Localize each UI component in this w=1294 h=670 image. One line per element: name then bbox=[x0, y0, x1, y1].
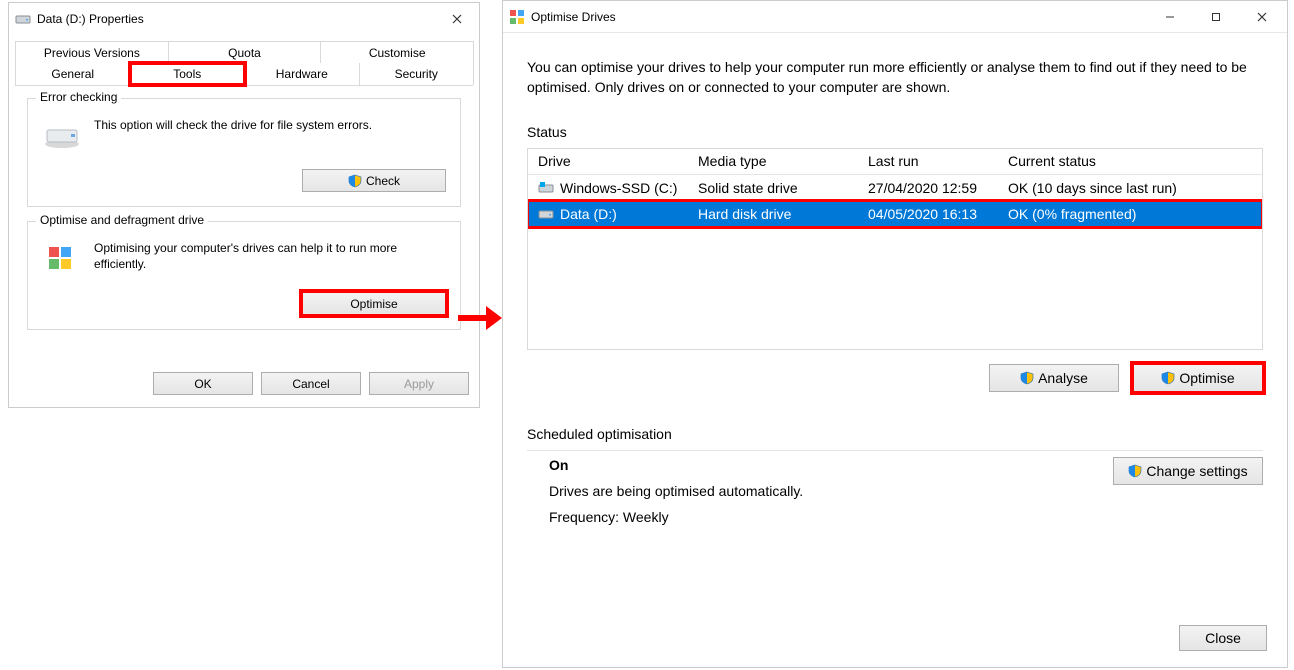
defrag-app-icon bbox=[509, 9, 525, 25]
close-button[interactable] bbox=[437, 6, 477, 32]
data-drive-icon bbox=[538, 206, 554, 222]
scheduled-line2: Frequency: Weekly bbox=[549, 509, 803, 525]
drive-list[interactable]: Drive Media type Last run Current status… bbox=[527, 148, 1263, 350]
drive-status: OK (0% fragmented) bbox=[1002, 206, 1262, 222]
maximize-button[interactable] bbox=[1193, 3, 1239, 31]
optimise-button[interactable]: Optimise bbox=[302, 292, 446, 315]
drive-last-run: 04/05/2020 16:13 bbox=[862, 206, 1002, 222]
error-checking-text: This option will check the drive for fil… bbox=[94, 117, 372, 157]
arrow-icon bbox=[456, 300, 502, 336]
status-label: Status bbox=[527, 124, 1263, 140]
optimise-button-label: Optimise bbox=[350, 297, 397, 311]
change-settings-button[interactable]: Change settings bbox=[1113, 457, 1263, 485]
tab-previous-versions[interactable]: Previous Versions bbox=[15, 41, 169, 63]
window-controls bbox=[1147, 3, 1285, 31]
drive-row[interactable]: Data (D:) Hard disk drive 04/05/2020 16:… bbox=[528, 201, 1262, 227]
check-button-label: Check bbox=[366, 174, 400, 188]
change-settings-label: Change settings bbox=[1146, 463, 1247, 479]
drive-icon bbox=[15, 11, 31, 27]
drive-name: Windows-SSD (C:) bbox=[560, 180, 677, 196]
scheduled-line1: Drives are being optimised automatically… bbox=[549, 483, 803, 499]
cancel-button[interactable]: Cancel bbox=[261, 372, 361, 395]
tabs: Previous Versions Quota Customise Genera… bbox=[9, 35, 479, 85]
optimise-legend: Optimise and defragment drive bbox=[36, 213, 208, 227]
optimise-drives-button-label: Optimise bbox=[1179, 370, 1234, 386]
group-optimise: Optimise and defragment drive Optimising… bbox=[27, 221, 461, 330]
drive-status: OK (10 days since last run) bbox=[1002, 180, 1262, 196]
close-window-button[interactable]: Close bbox=[1179, 625, 1267, 651]
optimise-drives-button[interactable]: Optimise bbox=[1133, 364, 1263, 392]
scheduled-info: On Drives are being optimised automatica… bbox=[527, 457, 803, 535]
optimise-drives-window: Optimise Drives You can optimise your dr… bbox=[502, 0, 1288, 668]
col-last-run[interactable]: Last run bbox=[862, 153, 1002, 169]
shield-icon bbox=[1128, 464, 1142, 478]
col-status[interactable]: Current status bbox=[1002, 153, 1262, 169]
properties-titlebar[interactable]: Data (D:) Properties bbox=[9, 3, 479, 35]
ok-button[interactable]: OK bbox=[153, 372, 253, 395]
tab-hardware[interactable]: Hardware bbox=[244, 63, 360, 85]
tab-customise[interactable]: Customise bbox=[320, 41, 474, 63]
scheduled-on: On bbox=[549, 457, 803, 473]
windows-drive-icon bbox=[538, 180, 554, 196]
properties-dialog: Data (D:) Properties Previous Versions Q… bbox=[8, 2, 480, 408]
tab-security[interactable]: Security bbox=[359, 63, 475, 85]
tab-quota[interactable]: Quota bbox=[168, 41, 322, 63]
optimise-title: Optimise Drives bbox=[531, 10, 1147, 24]
drive-list-header: Drive Media type Last run Current status bbox=[528, 149, 1262, 175]
drive-status-icon bbox=[42, 117, 82, 157]
shield-icon bbox=[1020, 371, 1034, 385]
defrag-icon bbox=[42, 240, 82, 280]
minimize-button[interactable] bbox=[1147, 3, 1193, 31]
optimise-description: You can optimise your drives to help you… bbox=[527, 57, 1263, 98]
analyse-button-label: Analyse bbox=[1038, 370, 1088, 386]
col-media[interactable]: Media type bbox=[692, 153, 862, 169]
properties-title: Data (D:) Properties bbox=[37, 12, 437, 26]
drive-media: Hard disk drive bbox=[692, 206, 862, 222]
analyse-button[interactable]: Analyse bbox=[989, 364, 1119, 392]
properties-footer: OK Cancel Apply bbox=[9, 362, 479, 407]
error-checking-legend: Error checking bbox=[36, 90, 121, 104]
shield-icon bbox=[348, 174, 362, 188]
check-button[interactable]: Check bbox=[302, 169, 446, 192]
scheduled-label: Scheduled optimisation bbox=[527, 426, 1263, 442]
drive-row[interactable]: Windows-SSD (C:) Solid state drive 27/04… bbox=[528, 175, 1262, 201]
drive-name: Data (D:) bbox=[560, 206, 617, 222]
properties-body: Error checking This option will check th… bbox=[15, 85, 473, 362]
tab-tools[interactable]: Tools bbox=[130, 63, 246, 85]
optimise-text: Optimising your computer's drives can he… bbox=[94, 240, 446, 280]
close-button[interactable] bbox=[1239, 3, 1285, 31]
drive-media: Solid state drive bbox=[692, 180, 862, 196]
group-error-checking: Error checking This option will check th… bbox=[27, 98, 461, 207]
shield-icon bbox=[1161, 371, 1175, 385]
tab-general[interactable]: General bbox=[15, 63, 131, 85]
drive-last-run: 27/04/2020 12:59 bbox=[862, 180, 1002, 196]
col-drive[interactable]: Drive bbox=[532, 153, 692, 169]
apply-button: Apply bbox=[369, 372, 469, 395]
optimise-titlebar[interactable]: Optimise Drives bbox=[503, 1, 1287, 33]
